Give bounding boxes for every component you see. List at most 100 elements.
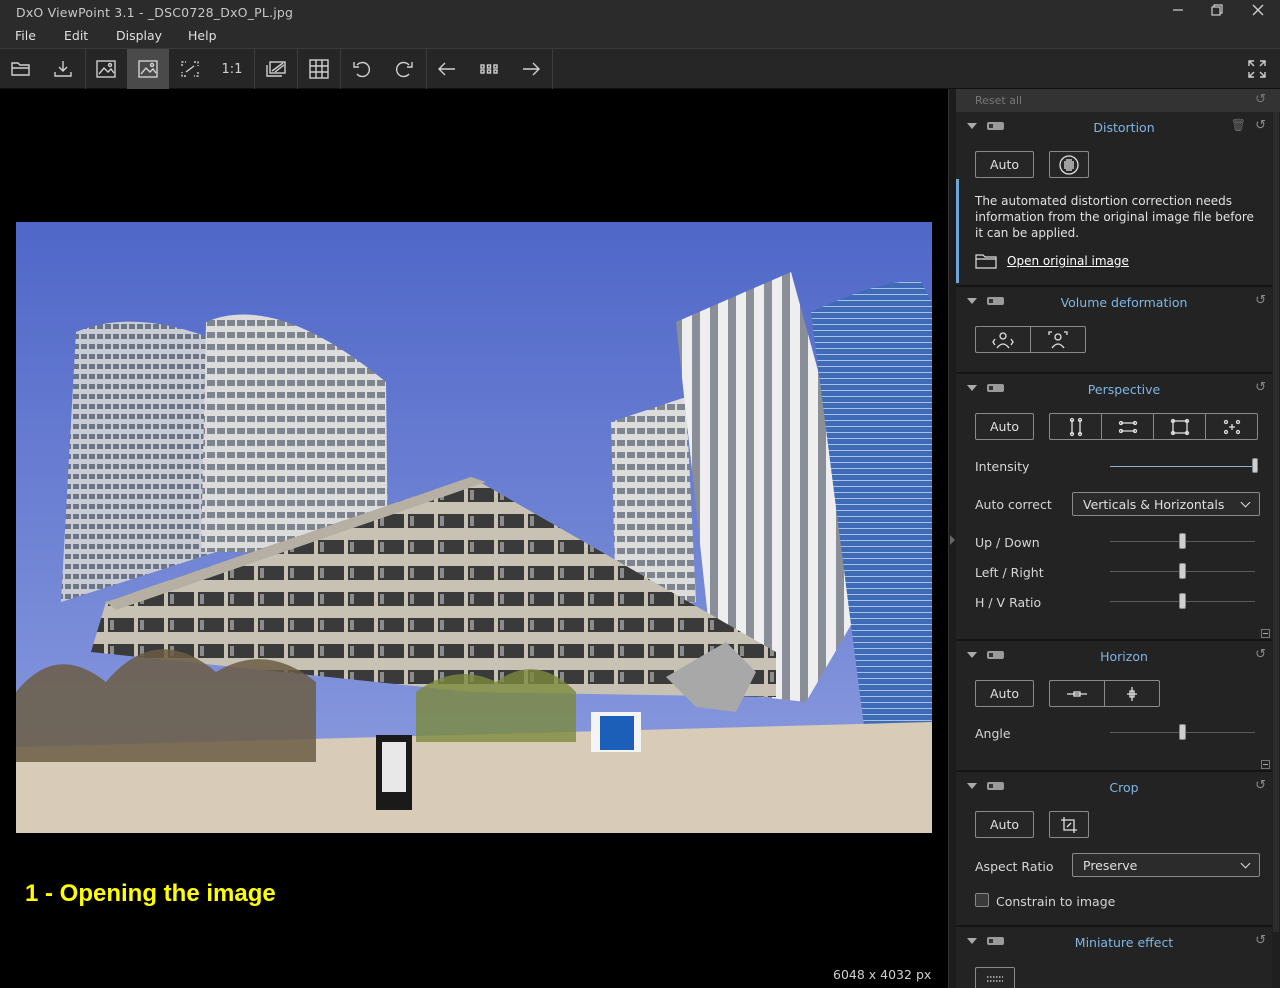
lens-profile-button[interactable]: [1049, 151, 1089, 178]
collapse-triangle-icon[interactable]: [967, 298, 977, 304]
collapse-triangle-icon[interactable]: [967, 652, 977, 658]
section-volume-deformation[interactable]: Volume deformation ↺: [956, 287, 1272, 317]
volume-mode-selector[interactable]: [975, 326, 1086, 353]
section-title: Perspective: [1087, 382, 1161, 397]
toggle-switch[interactable]: [987, 937, 1004, 945]
collapse-triangle-icon[interactable]: [967, 123, 977, 129]
rectangle-icon[interactable]: [1154, 414, 1206, 439]
expand-arrow-icon[interactable]: [950, 535, 955, 545]
hv-ratio-label: H / V Ratio: [975, 595, 1042, 610]
chevron-down-icon: [1240, 497, 1251, 508]
horizon-auto-button[interactable]: Auto: [975, 680, 1034, 707]
compare-icon[interactable]: [255, 49, 297, 89]
panel-scrollbar[interactable]: [1272, 112, 1280, 988]
perspective-mode-selector[interactable]: [1049, 413, 1258, 440]
grid-icon[interactable]: [298, 49, 340, 89]
auto-correct-label: Auto correct: [975, 497, 1052, 512]
up-down-slider-thumb[interactable]: [1179, 533, 1186, 549]
intensity-slider-thumb[interactable]: [1252, 458, 1258, 473]
next-arrow-icon[interactable]: [510, 49, 552, 89]
toggle-switch[interactable]: [987, 651, 1004, 659]
menu-file[interactable]: File: [15, 28, 36, 43]
section-crop[interactable]: Crop ↺: [956, 772, 1272, 802]
vertical-lines-icon[interactable]: [1050, 414, 1102, 439]
section-title: Distortion: [1093, 120, 1155, 135]
left-right-slider-thumb[interactable]: [1179, 563, 1186, 579]
open-original-image-link[interactable]: Open original image: [1007, 254, 1129, 268]
constrain-label: Constrain to image: [996, 894, 1116, 909]
export-icon[interactable]: [42, 49, 84, 89]
menu-display[interactable]: Display: [116, 28, 162, 43]
restore-icon[interactable]: [1197, 0, 1237, 24]
section-title: Volume deformation: [1060, 295, 1188, 310]
rotate-left-icon[interactable]: [341, 49, 383, 89]
horizontal-lines-icon[interactable]: [1102, 414, 1154, 439]
fit-screen-icon[interactable]: [169, 49, 211, 89]
toggle-switch[interactable]: [987, 782, 1004, 790]
open-folder-icon[interactable]: [0, 49, 42, 89]
crop-auto-button[interactable]: Auto: [975, 811, 1034, 838]
section-horizon[interactable]: Horizon ↺: [956, 641, 1272, 671]
eight-points-icon[interactable]: [1206, 414, 1257, 439]
aspect-ratio-label: Aspect Ratio: [975, 859, 1054, 874]
section-perspective[interactable]: Perspective ↺: [956, 374, 1272, 404]
minimize-icon[interactable]: [1158, 0, 1198, 24]
reset-icon[interactable]: ↺: [1255, 380, 1266, 395]
reset-all-button[interactable]: Reset all: [975, 94, 1242, 107]
angle-label: Angle: [975, 726, 1011, 741]
chevron-down-icon: [1240, 858, 1251, 869]
intensity-slider[interactable]: [1110, 466, 1256, 467]
auto-label: Auto: [989, 817, 1020, 832]
toggle-switch[interactable]: [987, 384, 1004, 392]
collapse-triangle-icon[interactable]: [967, 938, 977, 944]
one-to-one-zoom[interactable]: 1:1: [211, 49, 253, 89]
toggle-switch[interactable]: [987, 122, 1004, 130]
reset-icon[interactable]: ↺: [1255, 118, 1266, 133]
distortion-info-box: The automated distortion correction need…: [956, 179, 1272, 283]
trash-icon[interactable]: 🗑: [1231, 118, 1246, 132]
rotate-right-icon[interactable]: [383, 49, 425, 89]
reset-icon[interactable]: ↺: [1255, 647, 1266, 662]
spherical-icon[interactable]: [1031, 327, 1085, 352]
constrain-checkbox[interactable]: [975, 893, 989, 907]
menu-help[interactable]: Help: [188, 28, 217, 43]
reset-icon[interactable]: ↺: [1255, 92, 1266, 107]
collapse-triangle-icon[interactable]: [967, 783, 977, 789]
distortion-auto-button[interactable]: Auto: [975, 151, 1034, 178]
angle-slider-thumb[interactable]: [1179, 724, 1186, 740]
reset-icon[interactable]: ↺: [1255, 293, 1266, 308]
auto-correct-select[interactable]: Verticals & Horizontals: [1072, 492, 1260, 516]
image-viewer[interactable]: 1 - Opening the image 6048 x 4032 px: [0, 89, 948, 988]
collapse-minus-icon[interactable]: [1261, 760, 1270, 769]
tutorial-caption: 1 - Opening the image: [25, 880, 276, 907]
miniature-icon: [987, 975, 1003, 982]
cylindrical-icon[interactable]: [976, 327, 1031, 352]
menu-edit[interactable]: Edit: [64, 28, 88, 43]
perspective-auto-button[interactable]: Auto: [975, 413, 1034, 440]
previous-arrow-icon[interactable]: [426, 49, 468, 89]
horizon-mode-selector[interactable]: [1049, 680, 1160, 707]
section-distortion[interactable]: Distortion 🗑 ↺: [956, 112, 1272, 142]
photo-preview[interactable]: [16, 222, 932, 833]
miniature-tool-button[interactable]: [975, 967, 1015, 988]
reset-icon[interactable]: ↺: [1255, 778, 1266, 793]
close-icon[interactable]: [1238, 0, 1278, 24]
section-miniature-effect[interactable]: Miniature effect ↺: [956, 927, 1272, 957]
corrected-image-icon[interactable]: [127, 49, 169, 89]
crop-tool-button[interactable]: [1049, 811, 1089, 838]
auto-correct-value: Verticals & Horizontals: [1083, 497, 1225, 512]
collapse-triangle-icon[interactable]: [967, 385, 977, 391]
hv-ratio-slider-thumb[interactable]: [1179, 593, 1186, 609]
collapse-minus-icon[interactable]: [1261, 629, 1270, 638]
toggle-switch[interactable]: [987, 297, 1004, 305]
aspect-ratio-select[interactable]: Preserve: [1072, 853, 1260, 877]
reset-icon[interactable]: ↺: [1255, 933, 1266, 948]
fullscreen-icon[interactable]: [1236, 49, 1278, 89]
vertical-level-icon[interactable]: [1105, 681, 1159, 706]
info-text: The automated distortion correction need…: [975, 194, 1254, 240]
horizontal-level-icon[interactable]: [1050, 681, 1105, 706]
panel-splitter[interactable]: [948, 89, 956, 988]
original-image-icon[interactable]: [85, 49, 127, 89]
section-title: Horizon: [1100, 649, 1148, 664]
thumbnails-icon[interactable]: [468, 49, 510, 89]
